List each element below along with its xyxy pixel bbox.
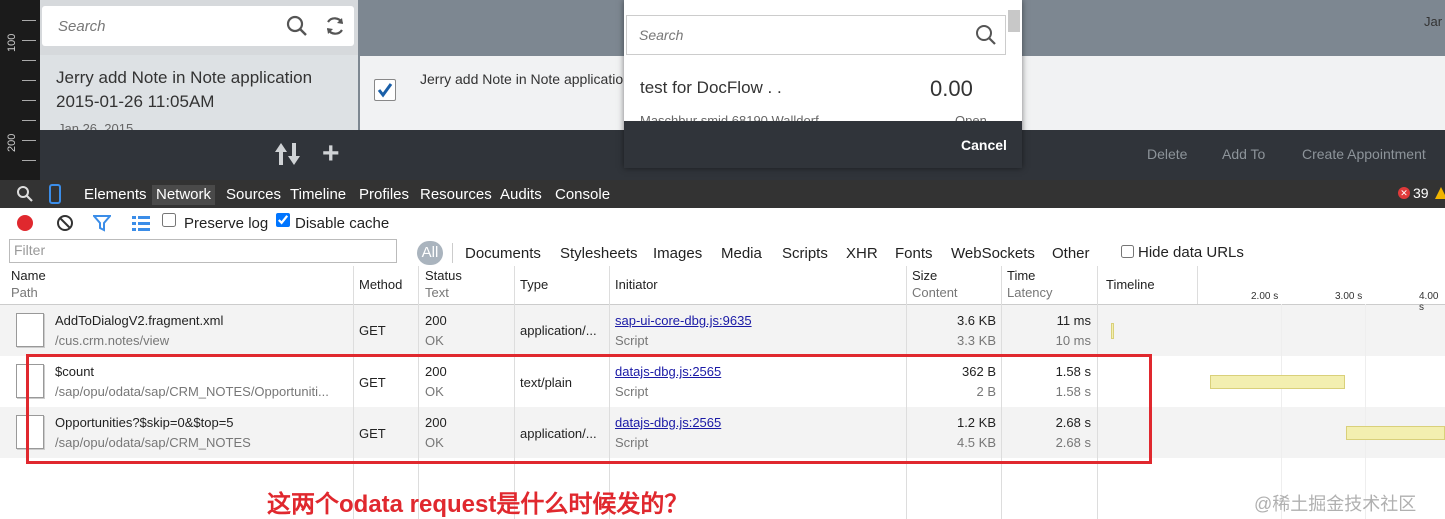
refresh-icon[interactable] bbox=[324, 15, 346, 37]
highlight-box bbox=[26, 354, 1152, 464]
col-content[interactable]: Content bbox=[912, 285, 958, 300]
search-placeholder: Search bbox=[58, 18, 106, 35]
tab-resources[interactable]: Resources bbox=[416, 185, 496, 205]
delete-button[interactable]: Delete bbox=[1147, 146, 1187, 162]
ruler-label: 100 bbox=[6, 33, 18, 52]
add-to-button[interactable]: Add To bbox=[1222, 146, 1265, 162]
filter-fonts[interactable]: Fonts bbox=[895, 245, 933, 262]
hide-data-urls-checkbox[interactable] bbox=[1121, 245, 1134, 258]
sort-icon[interactable] bbox=[274, 141, 302, 167]
search-icon[interactable] bbox=[286, 15, 308, 37]
filter-media[interactable]: Media bbox=[721, 245, 762, 262]
filter-placeholder: Filter bbox=[14, 242, 46, 258]
preserve-log-label: Preserve log bbox=[184, 215, 269, 232]
watermark: @稀土掘金技术社区 bbox=[1254, 494, 1417, 514]
timeline-tick: 4.00 s bbox=[1419, 291, 1439, 313]
master-search-input[interactable]: Search bbox=[42, 6, 354, 46]
header-right-text: Jar bbox=[1424, 14, 1443, 29]
filter-documents[interactable]: Documents bbox=[465, 245, 541, 262]
annotation-question: 这两个odata request是什么时候发的？ bbox=[267, 491, 689, 518]
disable-cache-checkbox[interactable] bbox=[276, 213, 290, 227]
timeline-bar bbox=[1210, 375, 1345, 389]
device-mode-icon[interactable] bbox=[48, 184, 62, 204]
tab-network[interactable]: Network bbox=[152, 185, 216, 205]
filter-images[interactable]: Images bbox=[653, 245, 702, 262]
create-appointment-button[interactable]: Create Appointment bbox=[1302, 146, 1426, 162]
request-status-text: OK bbox=[425, 333, 444, 348]
tab-timeline[interactable]: Timeline bbox=[286, 185, 350, 205]
request-path: /cus.crm.notes/view bbox=[55, 333, 170, 348]
note-title: Jerry add Note in Note application 2015-… bbox=[56, 68, 313, 111]
inspect-search-icon[interactable] bbox=[16, 185, 34, 203]
filter-all-button[interactable]: All bbox=[417, 241, 443, 265]
filter-other[interactable]: Other bbox=[1052, 245, 1090, 262]
request-size: 3.6 KB bbox=[956, 313, 996, 328]
tab-elements[interactable]: Elements bbox=[80, 185, 151, 205]
tab-console[interactable]: Console bbox=[551, 185, 614, 205]
request-type: application/... bbox=[520, 323, 597, 338]
dialog-item-amount: 0.00 bbox=[930, 76, 973, 101]
col-status-text[interactable]: Text bbox=[425, 285, 449, 300]
preserve-log-checkbox[interactable] bbox=[162, 213, 176, 227]
grid-header bbox=[0, 266, 1445, 305]
dialog-search-input[interactable]: Search bbox=[626, 15, 1006, 55]
devtools-tab-bar bbox=[0, 180, 1445, 208]
filter-icon[interactable] bbox=[93, 215, 111, 232]
detail-text: Jerry add Note in Note applicatio bbox=[420, 71, 624, 87]
timeline-bar bbox=[1111, 323, 1114, 339]
dialog-item-title[interactable]: test for DocFlow . . bbox=[640, 78, 782, 98]
col-timeline[interactable]: Timeline bbox=[1106, 277, 1155, 292]
col-status[interactable]: Status bbox=[425, 268, 462, 283]
filter-input[interactable]: Filter bbox=[9, 239, 397, 263]
col-time[interactable]: Time bbox=[1007, 268, 1035, 283]
clear-icon[interactable] bbox=[56, 214, 74, 232]
vertical-ruler: 100 200 bbox=[0, 0, 40, 180]
col-name[interactable]: Name bbox=[11, 268, 46, 283]
list-view-icon[interactable] bbox=[132, 216, 150, 231]
timeline-tick: 3.00 s bbox=[1335, 291, 1363, 302]
col-method[interactable]: Method bbox=[359, 277, 402, 292]
error-icon[interactable]: ✕ bbox=[1398, 187, 1410, 199]
search-icon[interactable] bbox=[975, 24, 997, 46]
warning-icon[interactable] bbox=[1435, 187, 1445, 199]
filter-stylesheets[interactable]: Stylesheets bbox=[560, 245, 638, 262]
tab-audits[interactable]: Audits bbox=[496, 185, 546, 205]
filter-websockets[interactable]: WebSockets bbox=[951, 245, 1035, 262]
checkmark-icon bbox=[377, 83, 393, 98]
request-status: 200 bbox=[425, 313, 447, 328]
timeline-bar bbox=[1346, 426, 1445, 440]
dialog-scrollbar[interactable] bbox=[1008, 10, 1020, 32]
dialog-search-placeholder: Search bbox=[639, 27, 684, 43]
divider bbox=[452, 243, 453, 263]
file-icon bbox=[16, 313, 44, 347]
error-count[interactable]: 39 bbox=[1413, 185, 1429, 201]
request-time: 11 ms bbox=[1056, 313, 1091, 328]
tab-sources[interactable]: Sources bbox=[222, 185, 285, 205]
request-content: 3.3 KB bbox=[956, 333, 996, 348]
disable-cache-label: Disable cache bbox=[295, 215, 390, 232]
hide-data-urls-label: Hide data URLs bbox=[1138, 244, 1244, 261]
initiator-type: Script bbox=[615, 333, 649, 348]
col-path[interactable]: Path bbox=[11, 285, 38, 300]
record-icon[interactable] bbox=[16, 214, 34, 232]
filter-xhr[interactable]: XHR bbox=[846, 245, 878, 262]
tab-profiles[interactable]: Profiles bbox=[355, 185, 413, 205]
ruler-label: 200 bbox=[6, 133, 18, 152]
col-initiator[interactable]: Initiator bbox=[615, 277, 658, 292]
timeline-tick: 2.00 s bbox=[1251, 291, 1279, 302]
initiator-link[interactable]: sap-ui-core-dbg.js:9635 bbox=[615, 313, 752, 328]
row-checkbox[interactable] bbox=[374, 79, 396, 101]
note-date: Jan 26, 2015 bbox=[58, 121, 134, 130]
request-name[interactable]: AddToDialogV2.fragment.xml bbox=[55, 313, 223, 328]
filter-scripts[interactable]: Scripts bbox=[782, 245, 828, 262]
add-icon[interactable]: + bbox=[322, 139, 340, 169]
request-latency: 10 ms bbox=[1055, 333, 1091, 348]
col-latency[interactable]: Latency bbox=[1007, 285, 1053, 300]
request-method: GET bbox=[359, 323, 386, 338]
col-size[interactable]: Size bbox=[912, 268, 937, 283]
cancel-button[interactable]: Cancel bbox=[961, 137, 1007, 153]
col-type[interactable]: Type bbox=[520, 277, 548, 292]
